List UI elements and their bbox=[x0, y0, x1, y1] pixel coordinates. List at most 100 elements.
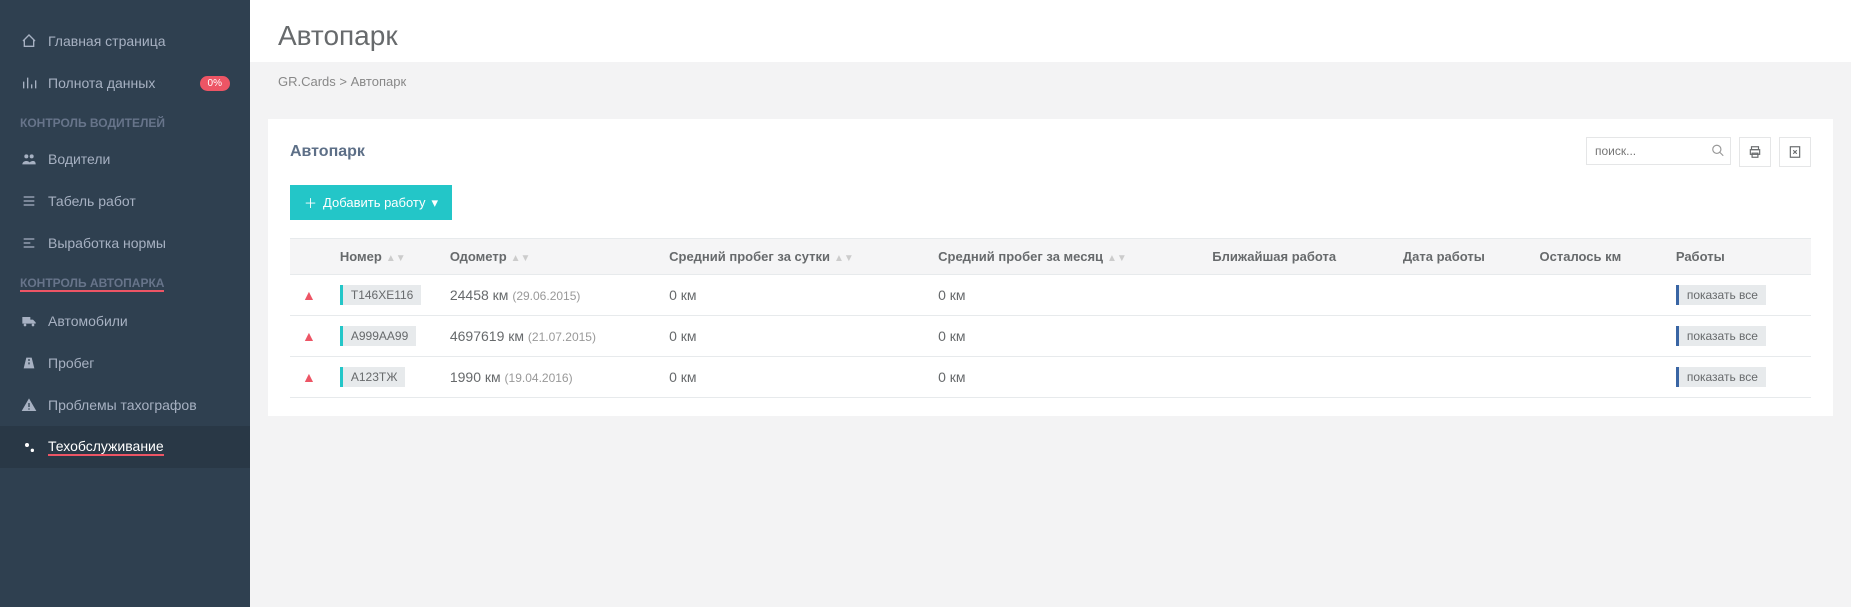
plate-badge[interactable]: Т146ХЕ116 bbox=[340, 285, 422, 305]
badge-percent: 0% bbox=[200, 76, 230, 91]
search-input[interactable] bbox=[1586, 137, 1731, 165]
cell-odometer: 1990 км (19.04.2016) bbox=[438, 357, 657, 398]
tasks-icon bbox=[20, 234, 38, 252]
breadcrumb-separator: > bbox=[339, 74, 350, 89]
breadcrumb-root[interactable]: GR.Cards bbox=[278, 74, 336, 89]
th-odometer[interactable]: Одометр▲▼ bbox=[438, 239, 657, 275]
th-avg-month[interactable]: Средний пробег за месяц▲▼ bbox=[926, 239, 1200, 275]
road-icon bbox=[20, 354, 38, 372]
sidebar-item-data-completeness[interactable]: Полнота данных 0% bbox=[0, 62, 250, 104]
sidebar-item-mileage[interactable]: Пробег bbox=[0, 342, 250, 384]
th-avg-day[interactable]: Средний пробег за сутки▲▼ bbox=[657, 239, 926, 275]
cell-jobs: показать все bbox=[1664, 316, 1811, 357]
sidebar-item-norms[interactable]: Выработка нормы bbox=[0, 222, 250, 264]
show-all-button[interactable]: показать все bbox=[1676, 326, 1766, 346]
sidebar-item-home[interactable]: Главная страница bbox=[0, 20, 250, 62]
print-button[interactable] bbox=[1739, 137, 1771, 167]
cell-avg-month: 0 км bbox=[926, 357, 1200, 398]
cell-odometer: 24458 км (29.06.2015) bbox=[438, 275, 657, 316]
bar-chart-icon bbox=[20, 74, 38, 92]
th-number[interactable]: Номер▲▼ bbox=[328, 239, 438, 275]
cell-jobs: показать все bbox=[1664, 357, 1811, 398]
search-icon bbox=[1711, 144, 1725, 161]
sidebar-item-label: Табель работ bbox=[48, 193, 136, 209]
th-warning bbox=[290, 239, 328, 275]
cell-km-left bbox=[1528, 316, 1664, 357]
sort-icon: ▲▼ bbox=[511, 256, 531, 262]
breadcrumb-current: Автопарк bbox=[351, 74, 407, 89]
sidebar-section-fleet: КОНТРОЛЬ АВТОПАРКА bbox=[0, 264, 250, 300]
cell-km-left bbox=[1528, 275, 1664, 316]
card-title: Автопарк bbox=[290, 143, 365, 161]
add-work-label: Добавить работу bbox=[323, 195, 426, 210]
sort-icon: ▲▼ bbox=[834, 256, 854, 262]
sidebar-item-label: Выработка нормы bbox=[48, 235, 166, 251]
table-header-row: Номер▲▼ Одометр▲▼ Средний пробег за сутк… bbox=[290, 239, 1811, 275]
cell-plate: А999АА99 bbox=[328, 316, 438, 357]
add-work-button[interactable]: ＋ Добавить работу ▾ bbox=[290, 185, 452, 220]
cell-km-left bbox=[1528, 357, 1664, 398]
sidebar-item-label: Проблемы тахографов bbox=[48, 397, 197, 413]
plus-icon: ＋ bbox=[304, 193, 317, 212]
sort-icon: ▲▼ bbox=[386, 256, 406, 262]
alert-icon: ▲ bbox=[302, 369, 316, 385]
sidebar-item-label: Техобслуживание bbox=[48, 438, 164, 456]
cell-jobs: показать все bbox=[1664, 275, 1811, 316]
sort-icon: ▲▼ bbox=[1107, 256, 1127, 262]
plate-badge[interactable]: А999АА99 bbox=[340, 326, 416, 346]
cell-warning: ▲ bbox=[290, 357, 328, 398]
card-header: Автопарк bbox=[290, 137, 1811, 167]
cell-odometer: 4697619 км (21.07.2015) bbox=[438, 316, 657, 357]
cell-avg-month: 0 км bbox=[926, 316, 1200, 357]
cell-next-job bbox=[1200, 316, 1391, 357]
cell-warning: ▲ bbox=[290, 275, 328, 316]
search-wrap bbox=[1586, 137, 1731, 167]
alert-icon: ▲ bbox=[302, 328, 316, 344]
sidebar: Главная страница Полнота данных 0% КОНТР… bbox=[0, 0, 250, 607]
cell-next-job bbox=[1200, 275, 1391, 316]
sidebar-item-label: Водители bbox=[48, 151, 110, 167]
cell-plate: Т146ХЕ116 bbox=[328, 275, 438, 316]
main-content: Автопарк GR.Cards > Автопарк Автопарк ＋ … bbox=[250, 0, 1851, 607]
sidebar-section-drivers: КОНТРОЛЬ ВОДИТЕЛЕЙ bbox=[0, 104, 250, 138]
home-icon bbox=[20, 32, 38, 50]
cell-plate: А123ТЖ bbox=[328, 357, 438, 398]
truck-icon bbox=[20, 312, 38, 330]
th-next-job: Ближайшая работа bbox=[1200, 239, 1391, 275]
show-all-button[interactable]: показать все bbox=[1676, 285, 1766, 305]
table-row: ▲А123ТЖ1990 км (19.04.2016)0 км0 кмпоказ… bbox=[290, 357, 1811, 398]
cell-avg-day: 0 км bbox=[657, 357, 926, 398]
sidebar-item-label: Главная страница bbox=[48, 33, 166, 49]
list-icon bbox=[20, 192, 38, 210]
table-row: ▲Т146ХЕ11624458 км (29.06.2015)0 км0 кмп… bbox=[290, 275, 1811, 316]
cell-job-date bbox=[1391, 316, 1528, 357]
sidebar-item-tacho-problems[interactable]: Проблемы тахографов bbox=[0, 384, 250, 426]
caret-down-icon: ▾ bbox=[432, 195, 439, 211]
sidebar-item-label: Полнота данных bbox=[48, 75, 155, 91]
cell-avg-day: 0 км bbox=[657, 275, 926, 316]
sidebar-item-maintenance[interactable]: Техобслуживание bbox=[0, 426, 250, 468]
cell-job-date bbox=[1391, 357, 1528, 398]
sidebar-item-vehicles[interactable]: Автомобили bbox=[0, 300, 250, 342]
show-all-button[interactable]: показать все bbox=[1676, 367, 1766, 387]
sidebar-item-drivers[interactable]: Водители bbox=[0, 138, 250, 180]
table-row: ▲А999АА994697619 км (21.07.2015)0 км0 км… bbox=[290, 316, 1811, 357]
th-jobs: Работы bbox=[1664, 239, 1811, 275]
th-job-date: Дата работы bbox=[1391, 239, 1528, 275]
cell-avg-month: 0 км bbox=[926, 275, 1200, 316]
gears-icon bbox=[20, 438, 38, 456]
sidebar-item-timesheet[interactable]: Табель работ bbox=[0, 180, 250, 222]
page-title: Автопарк bbox=[250, 0, 1851, 62]
cell-job-date bbox=[1391, 275, 1528, 316]
cell-next-job bbox=[1200, 357, 1391, 398]
content-card: Автопарк ＋ Добавить работу ▾ Номер▲▼ Одо… bbox=[268, 119, 1833, 416]
plate-badge[interactable]: А123ТЖ bbox=[340, 367, 406, 387]
sidebar-item-label: Автомобили bbox=[48, 313, 128, 329]
cell-avg-day: 0 км bbox=[657, 316, 926, 357]
users-icon bbox=[20, 150, 38, 168]
warning-icon bbox=[20, 396, 38, 414]
card-tools bbox=[1586, 137, 1811, 167]
sidebar-item-label: Пробег bbox=[48, 355, 94, 371]
export-excel-button[interactable] bbox=[1779, 137, 1811, 167]
fleet-table: Номер▲▼ Одометр▲▼ Средний пробег за сутк… bbox=[290, 238, 1811, 398]
